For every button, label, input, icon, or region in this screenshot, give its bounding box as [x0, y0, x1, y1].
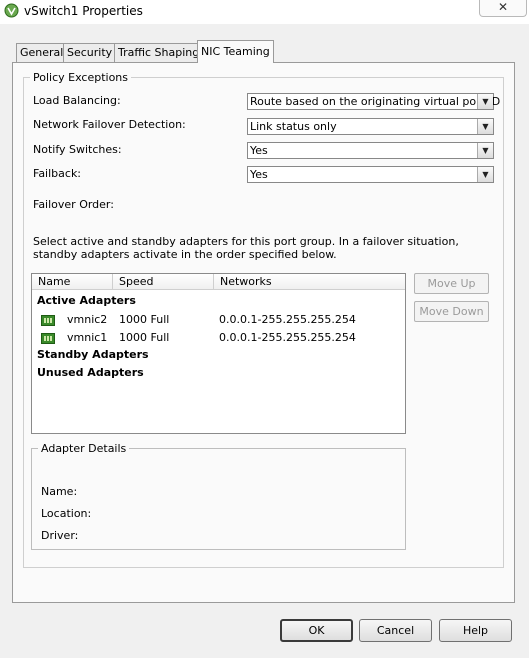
table-row[interactable]: vmnic2 1000 Full 0.0.0.1-255.255.255.254	[32, 311, 405, 329]
adapter-list[interactable]: Name Speed Networks Active Adapters vmni…	[31, 273, 406, 434]
notify-switches-select[interactable]: Yes ▼	[247, 142, 494, 159]
vsphere-app-icon	[4, 3, 19, 18]
chevron-down-icon[interactable]: ▼	[477, 143, 493, 158]
detail-driver-label: Driver:	[41, 529, 79, 542]
column-header-networks[interactable]: Networks	[214, 274, 405, 290]
chevron-down-icon[interactable]: ▼	[477, 119, 493, 134]
chevron-down-icon[interactable]: ▼	[477, 94, 493, 109]
table-row[interactable]: vmnic1 1000 Full 0.0.0.1-255.255.255.254	[32, 329, 405, 347]
close-button[interactable]: ✕	[479, 0, 527, 17]
adapter-details-group	[31, 448, 406, 550]
notify-switches-label: Notify Switches:	[33, 143, 122, 156]
close-icon: ✕	[497, 0, 509, 14]
title-bar[interactable]: vSwitch1 Properties ✕	[0, 0, 529, 24]
detail-location-label: Location:	[41, 507, 92, 520]
load-balancing-value: Route based on the originating virtual p…	[250, 95, 501, 108]
network-adapter-icon	[41, 333, 55, 344]
load-balancing-label: Load Balancing:	[33, 94, 121, 107]
adapter-networks: 0.0.0.1-255.255.255.254	[219, 331, 356, 344]
network-adapter-icon	[41, 315, 55, 326]
failback-value: Yes	[250, 168, 268, 181]
move-down-button[interactable]: Move Down	[414, 301, 489, 322]
notify-switches-value: Yes	[250, 144, 268, 157]
tab-security[interactable]: Security	[63, 43, 117, 62]
adapter-details-legend: Adapter Details	[38, 442, 130, 455]
adapter-name: vmnic1	[67, 331, 108, 344]
failover-detection-value: Link status only	[250, 120, 337, 133]
adapter-speed: 1000 Full	[119, 331, 170, 344]
active-adapters-group: Active Adapters	[37, 294, 136, 307]
failover-detection-select[interactable]: Link status only ▼	[247, 118, 494, 135]
failback-select[interactable]: Yes ▼	[247, 166, 494, 183]
failback-label: Failback:	[33, 167, 82, 180]
failover-detection-label: Network Failover Detection:	[33, 118, 186, 131]
tab-general[interactable]: General	[16, 43, 68, 62]
unused-adapters-group: Unused Adapters	[37, 366, 144, 379]
cancel-button[interactable]: Cancel	[359, 619, 432, 642]
column-header-name[interactable]: Name	[32, 274, 113, 290]
adapter-speed: 1000 Full	[119, 313, 170, 326]
chevron-down-icon[interactable]: ▼	[477, 167, 493, 182]
failover-order-label: Failover Order:	[33, 198, 114, 211]
adapter-networks: 0.0.0.1-255.255.255.254	[219, 313, 356, 326]
tab-nic-teaming[interactable]: NIC Teaming	[197, 40, 274, 63]
load-balancing-select[interactable]: Route based on the originating virtual p…	[247, 93, 500, 110]
policy-exceptions-legend: Policy Exceptions	[30, 71, 132, 84]
detail-name-label: Name:	[41, 485, 78, 498]
ok-button[interactable]: OK	[280, 619, 353, 642]
failover-instructions: Select active and standby adapters for t…	[33, 235, 459, 261]
column-header-speed[interactable]: Speed	[113, 274, 214, 290]
help-button[interactable]: Help	[439, 619, 512, 642]
standby-adapters-group: Standby Adapters	[37, 348, 149, 361]
tab-traffic-shaping[interactable]: Traffic Shaping	[114, 43, 204, 62]
adapter-name: vmnic2	[67, 313, 108, 326]
window-title: vSwitch1 Properties	[24, 4, 143, 18]
move-up-button[interactable]: Move Up	[414, 273, 489, 294]
